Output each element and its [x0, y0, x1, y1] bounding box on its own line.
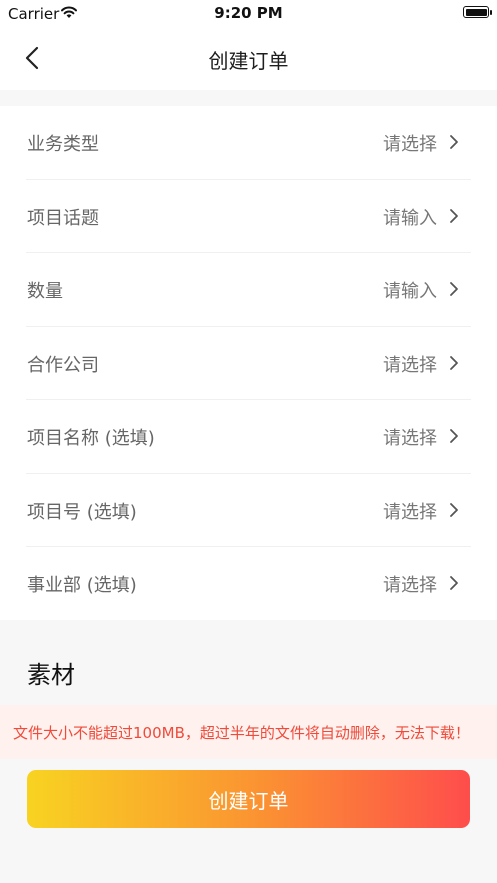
- row-label: 事业部 (选填): [27, 575, 137, 596]
- order-form: 业务类型 请选择 项目话题 请输入 数量 请输入 合作公司 请选择 项目名称 (…: [0, 106, 497, 620]
- row-value: 请输入: [383, 281, 437, 302]
- page-title: 创建订单: [208, 49, 289, 73]
- chevron-right-icon: [450, 208, 458, 223]
- chevron-right-icon: [450, 576, 458, 590]
- row-label: 项目名称 (选填): [27, 428, 155, 449]
- form-row-project-topic[interactable]: 项目话题 请输入: [26, 180, 471, 253]
- row-label: 项目号 (选填): [27, 501, 137, 523]
- row-label: 项目话题: [27, 207, 99, 229]
- create-order-button[interactable]: 创建订单: [27, 770, 470, 828]
- row-label: 合作公司: [27, 354, 99, 376]
- form-row-project-number[interactable]: 项目号 (选填) 请选择: [26, 474, 471, 547]
- form-row-quantity[interactable]: 数量 请输入: [26, 253, 471, 327]
- row-value: 请选择: [383, 134, 437, 155]
- form-row-project-name[interactable]: 项目名称 (选填) 请选择: [26, 400, 471, 474]
- chevron-right-icon: [450, 429, 458, 443]
- chevron-right-icon: [450, 502, 458, 517]
- row-label: 数量: [27, 281, 63, 302]
- chevron-right-icon: [450, 135, 458, 149]
- chevron-right-icon: [450, 282, 458, 296]
- status-time: 9:20 PM: [214, 4, 283, 22]
- navigation-bar: 创建订单: [0, 28, 497, 90]
- row-value: 请选择: [383, 354, 437, 376]
- chevron-right-icon: [450, 355, 458, 370]
- row-value: 请输入: [383, 207, 437, 229]
- file-size-warning: 文件大小不能超过100MB，超过半年的文件将自动删除，无法下载！: [0, 705, 497, 759]
- row-value: 请选择: [383, 501, 437, 523]
- row-label: 业务类型: [27, 134, 99, 155]
- form-row-business-unit[interactable]: 事业部 (选填) 请选择: [26, 547, 471, 621]
- materials-section-title: 素材: [27, 661, 75, 689]
- row-value: 请选择: [383, 428, 437, 449]
- warning-text: 文件大小不能超过100MB，超过半年的文件将自动删除，无法下载！: [13, 724, 470, 742]
- form-row-partner-company[interactable]: 合作公司 请选择: [26, 327, 471, 400]
- status-bar: Carrier 9:20 PM: [0, 0, 497, 28]
- form-row-business-type[interactable]: 业务类型 请选择: [26, 106, 471, 180]
- battery-icon: [463, 6, 492, 18]
- row-value: 请选择: [383, 575, 437, 596]
